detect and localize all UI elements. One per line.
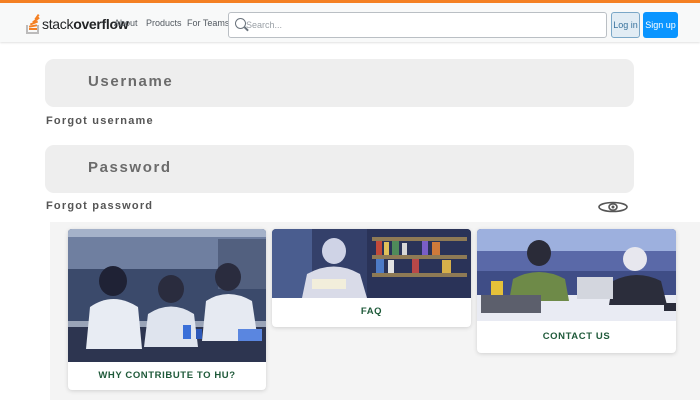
search-input[interactable]: Search... [228, 12, 607, 38]
card-why-contribute[interactable]: WHY CONTRIBUTE TO HU? [68, 229, 266, 390]
search-icon [235, 18, 246, 29]
password-placeholder: Password [88, 159, 172, 176]
password-field[interactable]: Password [45, 145, 634, 193]
login-button[interactable]: Log in [611, 12, 640, 38]
card-label-why-contribute: WHY CONTRIBUTE TO HU? [98, 370, 236, 381]
search-placeholder: Search... [246, 20, 283, 30]
nav-for-teams[interactable]: For Teams [187, 18, 229, 28]
contact-photo [477, 229, 676, 321]
nav-about[interactable]: About [114, 18, 138, 28]
library-photo [272, 229, 471, 298]
username-placeholder: Username [88, 73, 174, 90]
signup-button[interactable]: Sign up [643, 12, 678, 38]
forgot-password-link[interactable]: Forgot password [46, 200, 153, 212]
username-field[interactable]: Username [45, 59, 634, 107]
forgot-username-link[interactable]: Forgot username [46, 115, 154, 127]
faint-text-remnant [48, 41, 198, 45]
card-contact-us[interactable]: CONTACT US [477, 229, 676, 353]
stackoverflow-logo[interactable]: stackoverflow [26, 10, 129, 38]
lab-photo [68, 229, 266, 362]
show-password-eye-icon[interactable] [597, 201, 629, 213]
card-label-faq: FAQ [360, 306, 383, 317]
card-faq[interactable]: FAQ [272, 229, 471, 327]
nav-products[interactable]: Products [146, 18, 182, 28]
card-label-contact-us: CONTACT US [542, 331, 611, 342]
top-bar: stackoverflow About Products For Teams S… [0, 0, 700, 42]
stackoverflow-logo-icon [26, 12, 40, 36]
